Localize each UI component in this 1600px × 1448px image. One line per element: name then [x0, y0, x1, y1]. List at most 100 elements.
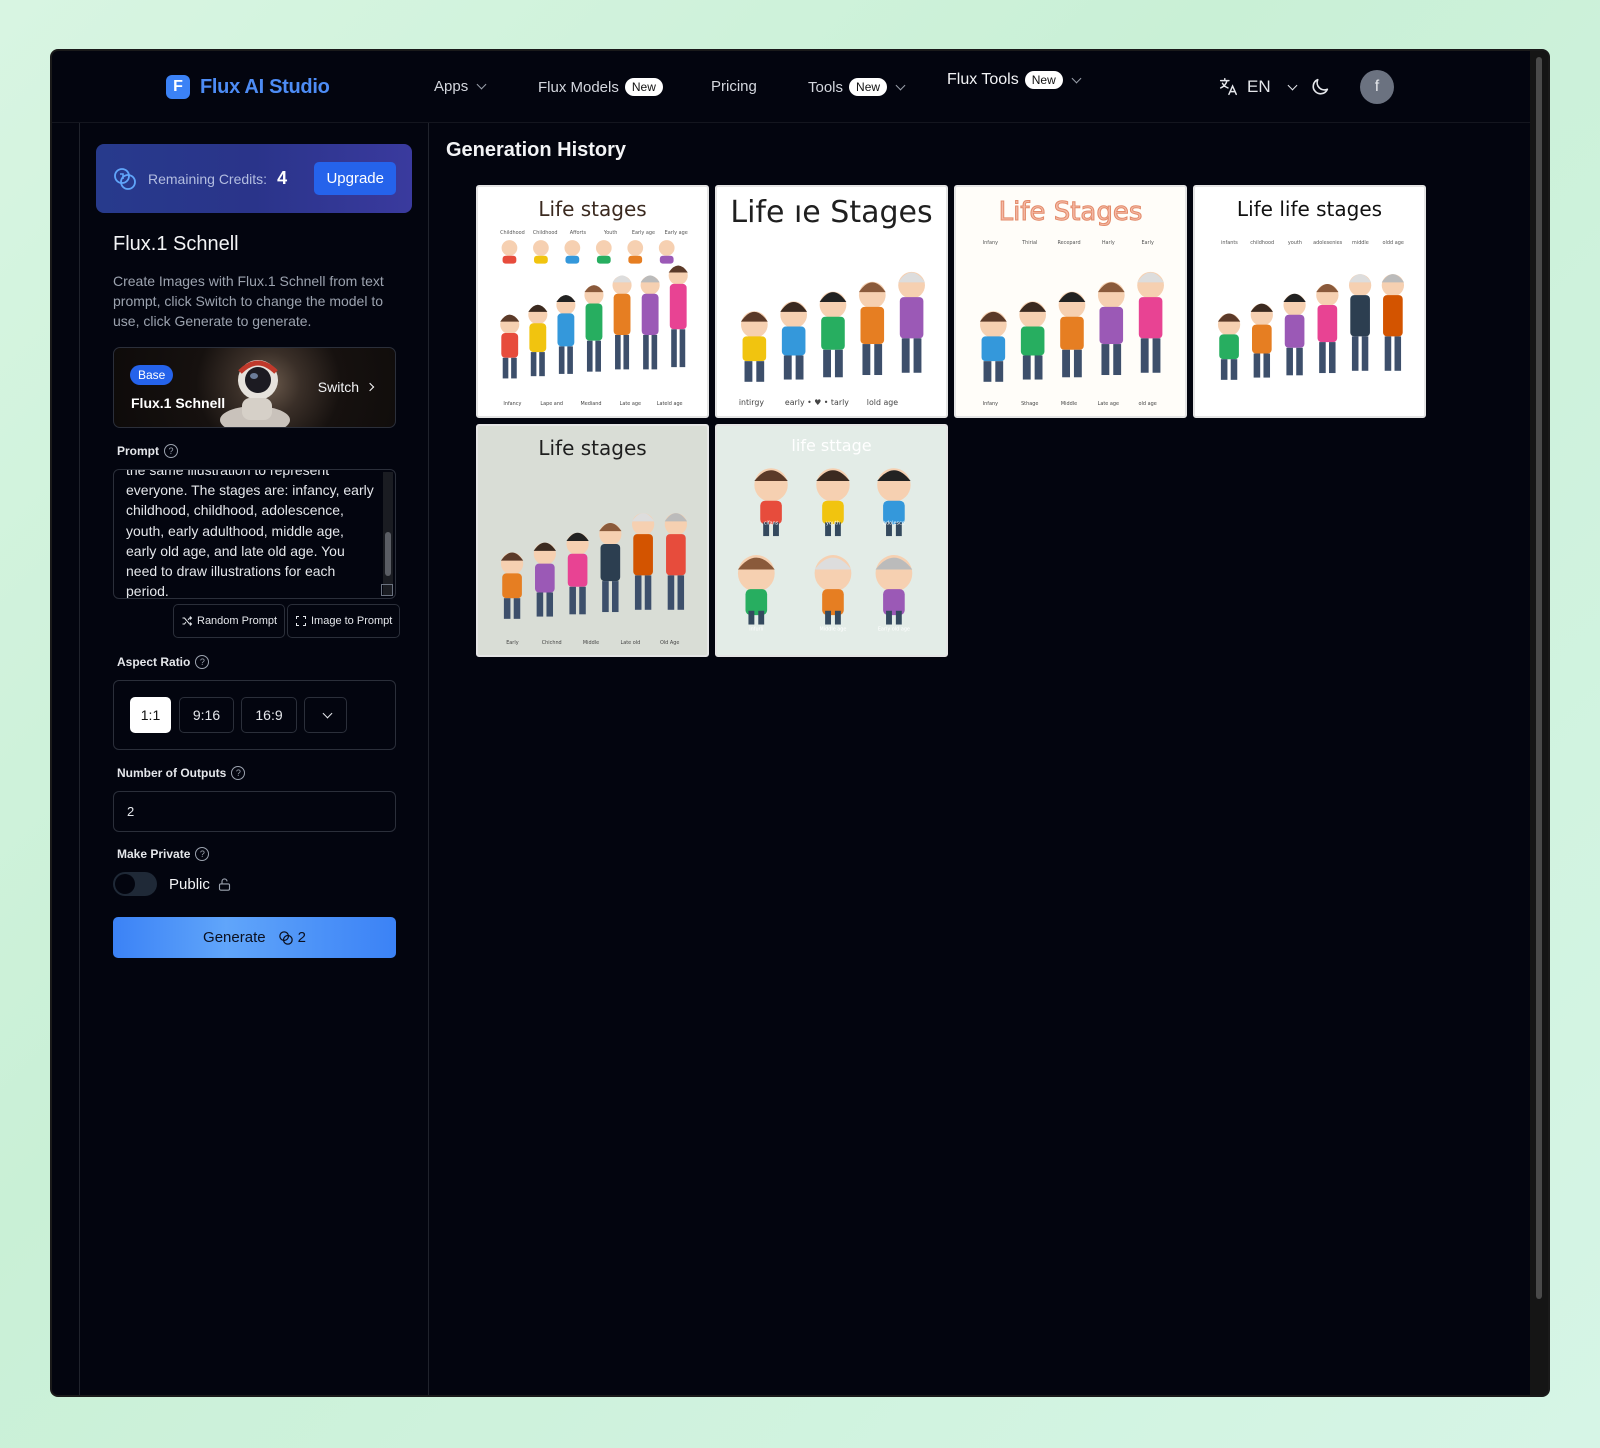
image-to-prompt-button[interactable]: Image to Prompt [287, 604, 401, 638]
svg-text:early • ♥ • tarly: early • ♥ • tarly [785, 398, 849, 407]
avatar[interactable]: f [1360, 70, 1394, 104]
history-image-title: Life life stages [1236, 197, 1383, 221]
svg-text:Late old: Late old [620, 640, 640, 646]
life-stages-illustration: Early Chichnd Middle Late old Old Age [500, 513, 688, 646]
resize-handle-icon[interactable] [381, 584, 393, 596]
credits-panel: Remaining Credits: 4 Upgrade [96, 144, 412, 213]
history-image[interactable]: cifans youth adolesce infurli Middle age Earl… [715, 424, 948, 657]
model-card[interactable]: Base Flux.1 Schnell Switch [113, 347, 396, 428]
chevron-right-icon [365, 382, 375, 392]
language-selector[interactable]: EN [1217, 76, 1298, 98]
private-toggle[interactable] [113, 872, 157, 896]
nav-tools[interactable]: Tools New [808, 78, 906, 96]
ratio-16-9[interactable]: 16:9 [241, 697, 297, 733]
more-ratios-button[interactable] [304, 697, 347, 733]
prompt-scrollbar[interactable] [383, 472, 393, 596]
svg-text:Infancy: Infancy [503, 401, 521, 407]
brand[interactable]: F Flux AI Studio [166, 75, 330, 99]
random-prompt-button[interactable]: Random Prompt [173, 604, 286, 638]
history-image[interactable]: Infany Thirial Recepard Harly Early Infany Sth… [954, 185, 1187, 418]
shuffle-icon [182, 616, 193, 626]
nav-pricing[interactable]: Pricing [711, 78, 757, 95]
help-icon[interactable]: ? [231, 766, 246, 780]
svg-text:adolesenies: adolesenies [1313, 240, 1343, 246]
history-image[interactable]: infants childhood youth adolesenies middle ol… [1193, 185, 1426, 418]
svg-text:childhood: childhood [1250, 240, 1274, 246]
svg-text:Mediand: Mediand [581, 401, 602, 407]
svg-text:Middle: Middle [1061, 401, 1077, 407]
svg-text:intirgy: intirgy [739, 398, 765, 407]
svg-text:Infany: Infany [983, 240, 998, 246]
model-name: Flux.1 Schnell [131, 395, 226, 411]
history-image[interactable]: Early Chichnd Middle Late old Old Age Life st… [476, 424, 709, 657]
svg-text:adolesce: adolesce [883, 520, 905, 526]
help-icon[interactable]: ? [164, 444, 178, 458]
ratio-9-16[interactable]: 9:16 [179, 697, 234, 733]
switch-label: Switch [317, 379, 359, 395]
upgrade-button[interactable]: Upgrade [314, 162, 396, 195]
generate-cost: 2 [278, 929, 306, 946]
privacy-state-label: Public [169, 876, 210, 893]
svg-text:infurli: infurli [749, 626, 763, 632]
svg-text:middle: middle [1352, 240, 1369, 246]
svg-text:lold age: lold age [867, 398, 898, 407]
life-stages-illustration: Childhood Childhood Afforts Youth Early age E… [500, 230, 688, 407]
nav-apps[interactable]: Apps [434, 78, 487, 95]
new-badge: New [1024, 71, 1063, 89]
svg-text:cifans: cifans [764, 520, 779, 526]
page-scrollbar[interactable] [1530, 51, 1548, 1395]
svg-text:Youth: Youth [603, 230, 618, 236]
generate-button[interactable]: Generate 2 [113, 917, 396, 958]
help-icon[interactable]: ? [195, 655, 210, 669]
credits-label: Remaining Credits: [148, 170, 268, 187]
life-stages-illustration: cifans youth adolesce infurli Middle age Earl… [737, 468, 913, 632]
brand-logo-icon: F [166, 75, 190, 99]
ratio-1-1[interactable]: 1:1 [130, 697, 171, 733]
outputs-label: Number of Outputs [117, 766, 227, 780]
history-image-title: Life stages [538, 197, 647, 221]
generate-label: Generate [203, 929, 266, 946]
life-stages-illustration: infants childhood youth adolesenies middle ol… [1217, 240, 1405, 380]
history-image-title: Life Stages [998, 197, 1143, 228]
brand-name: Flux AI Studio [200, 75, 330, 98]
history-image[interactable]: intirgy early • ♥ • tarly lold age Life ıe … [715, 185, 948, 418]
moon-icon[interactable] [1309, 76, 1331, 98]
svg-text:Childhood: Childhood [533, 230, 558, 236]
nav-flux-models[interactable]: Flux Models New [538, 78, 663, 96]
history-image[interactable]: Childhood Childhood Afforts Youth Early age E… [476, 185, 709, 418]
help-icon[interactable]: ? [195, 847, 210, 861]
svg-text:Recepard: Recepard [1057, 240, 1080, 246]
outputs-input[interactable]: 2 [113, 791, 396, 832]
history-image-title: Life ıe Stages [730, 195, 933, 230]
svg-text:youth: youth [826, 520, 840, 526]
outputs-label-row: Number of Outputs ? [117, 766, 246, 780]
nav-flux-models-label: Flux Models [538, 78, 619, 96]
chevron-down-icon [1071, 73, 1082, 83]
svg-text:Harly: Harly [1102, 240, 1115, 246]
app-window: F Flux AI Studio Apps Flux Models New Pr… [52, 51, 1548, 1395]
svg-text:Afforts: Afforts [570, 230, 587, 236]
generate-cost-value: 2 [297, 929, 306, 946]
random-prompt-label: Random Prompt [197, 615, 278, 627]
new-badge: New [849, 78, 888, 96]
private-label-row: Make Private ? [117, 847, 210, 861]
svg-text:infants: infants [1221, 240, 1238, 246]
nav-apps-label: Apps [434, 78, 469, 95]
svg-text:Old Age: Old Age [660, 640, 679, 646]
switch-button[interactable]: Switch [317, 379, 375, 395]
history-title: Generation History [446, 139, 627, 161]
astronaut-image [220, 360, 290, 427]
nav-flux-tools[interactable]: Flux Tools New [947, 71, 1082, 89]
svg-text:Late age: Late age [1098, 401, 1119, 407]
history-image-title: Life stages [538, 436, 647, 460]
svg-text:youth: youth [1288, 240, 1302, 246]
aspect-label-row: Aspect Ratio ? [117, 655, 210, 669]
model-description: Create Images with Flux.1 Schnell from t… [113, 273, 384, 329]
chevron-down-icon [895, 80, 906, 90]
svg-text:oldd age: oldd age [1383, 240, 1404, 246]
svg-text:Lape and: Lape and [540, 401, 563, 407]
private-label: Make Private [117, 847, 191, 861]
privacy-state: Public [169, 876, 232, 893]
prompt-textarea[interactable]: the same illustration to represent every… [113, 469, 396, 599]
scan-icon [296, 616, 306, 626]
